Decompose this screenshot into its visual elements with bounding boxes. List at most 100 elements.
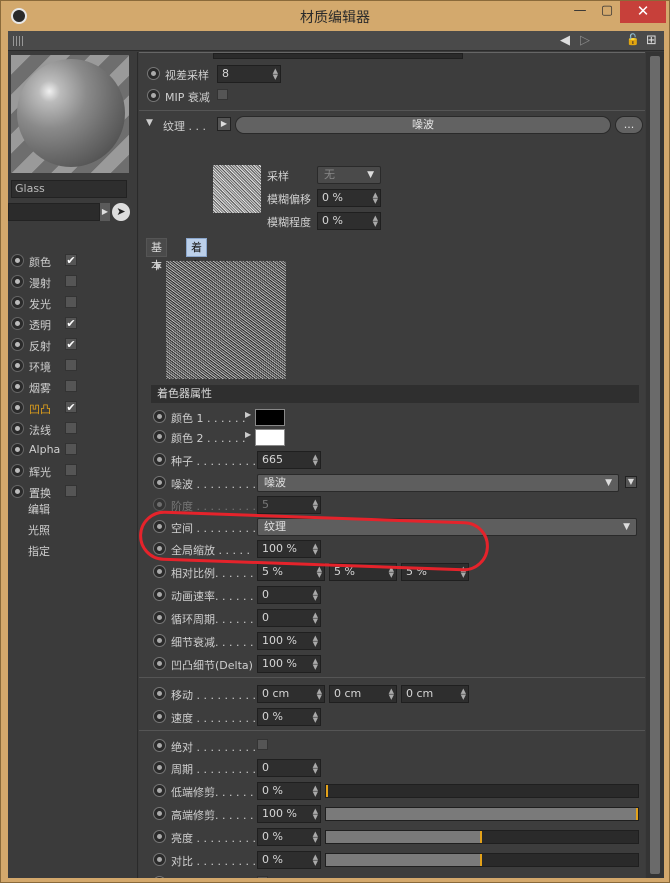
preview-collapse-icon[interactable]: ▼	[155, 262, 161, 271]
channel-checkbox[interactable]	[65, 443, 77, 455]
channel-radio[interactable]	[11, 338, 24, 351]
search-dropdown-arrow-icon[interactable]: ▶	[100, 203, 110, 221]
truncated-slider[interactable]	[213, 53, 463, 59]
channel-label[interactable]: 颜色	[29, 254, 51, 270]
vertical-scrollbar[interactable]	[646, 52, 664, 878]
tab-shader[interactable]: 着色器	[186, 238, 207, 290]
channel-checkbox[interactable]	[65, 422, 77, 434]
channel-item[interactable]: 环境	[11, 356, 137, 376]
forward-arrow-icon[interactable]: ▷	[580, 33, 590, 48]
color2-expand-icon[interactable]: ▶	[245, 430, 251, 439]
seed-radio[interactable]	[153, 453, 166, 466]
scrollbar-thumb[interactable]	[650, 56, 660, 874]
channel-radio[interactable]	[11, 443, 24, 456]
channel-radio[interactable]	[11, 317, 24, 330]
mip-radio[interactable]	[147, 89, 160, 102]
channel-radio[interactable]	[11, 401, 24, 414]
sidebar-item-extra[interactable]: 指定	[28, 543, 50, 559]
material-name-field[interactable]: Glass	[11, 180, 127, 198]
contrast-slider[interactable]	[325, 853, 639, 867]
color2-radio[interactable]	[153, 430, 166, 443]
contrast-slider-handle[interactable]	[480, 854, 482, 866]
channel-checkbox[interactable]	[65, 296, 77, 308]
channel-label[interactable]: 发光	[29, 296, 51, 312]
channel-radio[interactable]	[11, 254, 24, 267]
color1-swatch[interactable]	[255, 409, 285, 426]
parallax-sample-radio[interactable]	[147, 67, 160, 80]
anim-speed-field[interactable]: 0 ▲ ▼	[257, 586, 321, 604]
channel-checkbox[interactable]: ✔	[65, 338, 77, 350]
sidebar-item-extra[interactable]: 编辑	[28, 501, 50, 517]
noise-type-dropdown[interactable]: 噪波 ▼	[257, 474, 619, 492]
channel-label[interactable]: 烟雾	[29, 380, 51, 396]
global-scale-field[interactable]: 100 % ▲ ▼	[257, 540, 321, 558]
brightness-slider[interactable]	[325, 830, 639, 844]
space-radio[interactable]	[153, 520, 166, 533]
move-y-field[interactable]: 0 cm ▲ ▼	[329, 685, 397, 703]
tab-basic[interactable]: 基本	[146, 238, 167, 272]
sidebar-item-extra[interactable]: 光照	[28, 522, 50, 538]
channel-label[interactable]: 法线	[29, 422, 51, 438]
channel-label[interactable]: 漫射	[29, 275, 51, 291]
sample-dropdown[interactable]: 无 ▼	[317, 166, 381, 184]
move-z-field[interactable]: 0 cm ▲ ▼	[401, 685, 469, 703]
channel-item[interactable]: 颜色 ✔	[11, 251, 137, 271]
channel-radio[interactable]	[11, 380, 24, 393]
high-clip-field[interactable]: 100 % ▲ ▼	[257, 805, 321, 823]
period-radio[interactable]	[153, 761, 166, 774]
channel-item[interactable]: 辉光	[11, 461, 137, 481]
texture-shader-button[interactable]: 噪波	[235, 116, 611, 134]
channel-checkbox[interactable]	[65, 359, 77, 371]
detail-att-radio[interactable]	[153, 634, 166, 647]
color1-expand-icon[interactable]: ▶	[245, 410, 251, 419]
bump-detail-field[interactable]: 100 % ▲ ▼	[257, 655, 321, 673]
high-clip-slider[interactable]	[325, 807, 639, 821]
back-arrow-icon[interactable]: ◀	[560, 33, 570, 48]
mip-checkbox[interactable]	[217, 89, 228, 100]
global-scale-radio[interactable]	[153, 542, 166, 555]
channel-checkbox[interactable]: ✔	[65, 254, 77, 266]
channel-item[interactable]: 反射 ✔	[11, 335, 137, 355]
brightness-slider-handle[interactable]	[480, 831, 482, 843]
title-bar[interactable]: 材质编辑器 — ▢ ✕	[1, 1, 669, 31]
channel-search-input[interactable]	[8, 203, 100, 221]
move-x-field[interactable]: 0 cm ▲ ▼	[257, 685, 325, 703]
channel-label[interactable]: 透明	[29, 317, 51, 333]
channel-item[interactable]: 法线	[11, 419, 137, 439]
speed-field[interactable]: 0 % ▲ ▼	[257, 708, 321, 726]
new-window-icon[interactable]: ⊞	[646, 33, 657, 48]
space-dropdown[interactable]: 纹理 ▼	[257, 518, 637, 536]
seed-field[interactable]: 665 ▲ ▼	[257, 451, 321, 469]
low-clip-field[interactable]: 0 % ▲ ▼	[257, 782, 321, 800]
channel-radio[interactable]	[11, 296, 24, 309]
high-clip-slider-handle[interactable]	[636, 808, 638, 820]
loop-period-radio[interactable]	[153, 611, 166, 624]
low-clip-radio[interactable]	[153, 784, 166, 797]
as-env-checkbox[interactable]	[257, 876, 268, 878]
channel-item[interactable]: Alpha	[11, 440, 137, 460]
octave-radio[interactable]	[153, 498, 166, 511]
texture-menu-arrow-icon[interactable]: ▶	[217, 117, 231, 131]
contrast-field[interactable]: 0 % ▲ ▼	[257, 851, 321, 869]
texture-more-button[interactable]: ...	[615, 116, 643, 134]
blur-level-field[interactable]: 0 % ▲ ▼	[317, 212, 381, 230]
as-env-radio[interactable]	[153, 876, 166, 878]
noise-radio[interactable]	[153, 476, 166, 489]
lock-icon[interactable]: 🔓	[626, 33, 640, 46]
channel-label[interactable]: 置换	[29, 485, 51, 501]
close-button[interactable]: ✕	[620, 1, 666, 23]
color2-swatch[interactable]	[255, 429, 285, 446]
channel-label[interactable]: 辉光	[29, 464, 51, 480]
period-field[interactable]: 0 ▲ ▼	[257, 759, 321, 777]
relative-scale-z-field[interactable]: 5 % ▲ ▼	[401, 563, 469, 581]
maximize-button[interactable]: ▢	[594, 1, 620, 23]
relative-scale-x-field[interactable]: 5 % ▲ ▼	[257, 563, 325, 581]
relative-scale-radio[interactable]	[153, 565, 166, 578]
relative-scale-y-field[interactable]: 5 % ▲ ▼	[329, 563, 397, 581]
move-radio[interactable]	[153, 687, 166, 700]
channel-checkbox[interactable]	[65, 485, 77, 497]
brightness-radio[interactable]	[153, 830, 166, 843]
absolute-checkbox[interactable]	[257, 739, 268, 750]
collapse-triangle-icon[interactable]: ▼	[146, 118, 153, 128]
channel-item[interactable]: 透明 ✔	[11, 314, 137, 334]
